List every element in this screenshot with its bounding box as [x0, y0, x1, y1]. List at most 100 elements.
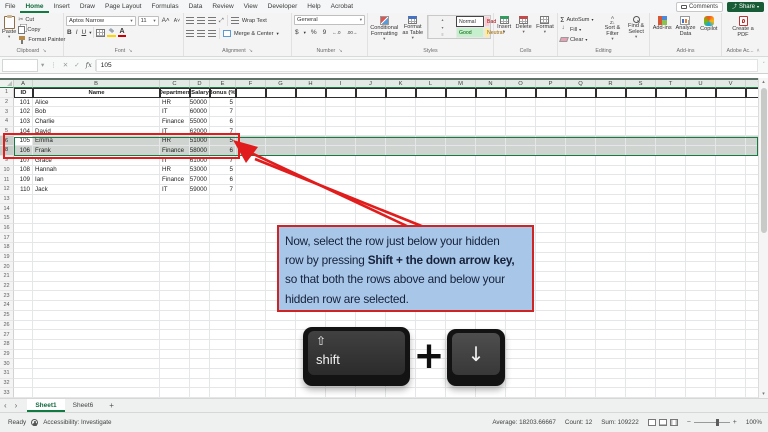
cell-A8[interactable]: 106	[14, 146, 33, 156]
cell-J4[interactable]	[356, 117, 386, 127]
cell-A25[interactable]	[14, 310, 33, 321]
cell-U27[interactable]	[686, 330, 716, 340]
cell-G6[interactable]	[266, 136, 296, 147]
cell-L9[interactable]	[416, 155, 446, 166]
row-header-26[interactable]: 26	[0, 320, 14, 331]
increase-font-icon[interactable]: A˄	[161, 17, 171, 24]
cell-E25[interactable]	[210, 310, 236, 321]
cell-B16[interactable]	[33, 223, 160, 234]
cell-W26[interactable]	[746, 321, 758, 331]
cell-W6[interactable]	[746, 136, 758, 147]
column-header-D[interactable]: D	[190, 80, 210, 88]
cell-C9[interactable]: IT	[160, 155, 190, 166]
copilot-button[interactable]: Copilot	[699, 15, 719, 32]
cell-B2[interactable]: Alice	[33, 97, 160, 108]
cell-E5[interactable]: 7	[210, 126, 236, 137]
cell-F2[interactable]	[236, 97, 266, 108]
fill-color-icon[interactable]	[107, 28, 117, 37]
cell-R12[interactable]	[596, 184, 626, 195]
cell-V31[interactable]	[716, 368, 746, 379]
cell-G30[interactable]	[266, 359, 296, 369]
cell-V23[interactable]	[716, 291, 746, 302]
cell-F28[interactable]	[236, 339, 266, 350]
cell-P30[interactable]	[536, 359, 566, 369]
cell-N2[interactable]	[476, 97, 506, 108]
find-select-button[interactable]: Find & Select ▾	[625, 15, 647, 40]
cell-A17[interactable]	[14, 233, 33, 243]
cell-Q16[interactable]	[566, 223, 596, 234]
cell-G27[interactable]	[266, 330, 296, 340]
cell-D9[interactable]: 61000	[190, 155, 210, 166]
cell-W22[interactable]	[746, 282, 758, 292]
cell-K12[interactable]	[386, 184, 416, 195]
cell-N10[interactable]	[476, 165, 506, 176]
cell-K5[interactable]	[386, 126, 416, 137]
cell-V12[interactable]	[716, 184, 746, 195]
cell-M13[interactable]	[446, 194, 476, 205]
cell-Q10[interactable]	[566, 165, 596, 176]
cell-R11[interactable]	[596, 175, 626, 185]
cell-A28[interactable]	[14, 339, 33, 350]
cell-P13[interactable]	[536, 194, 566, 205]
formula-input[interactable]: 105	[95, 58, 758, 72]
cell-C4[interactable]: Finance	[160, 117, 190, 127]
cell-Q22[interactable]	[566, 281, 596, 292]
cell-U26[interactable]	[686, 320, 716, 331]
row-header-22[interactable]: 22	[0, 281, 14, 292]
cell-S15[interactable]	[626, 213, 656, 224]
cell-P20[interactable]	[536, 262, 566, 273]
cell-D31[interactable]	[190, 368, 210, 379]
cell-F20[interactable]	[236, 262, 266, 273]
style-normal[interactable]: Normal	[456, 16, 484, 27]
cell-D1[interactable]: Salary	[190, 88, 210, 98]
row-header-30[interactable]: 30	[0, 359, 14, 369]
cell-P3[interactable]	[536, 107, 566, 118]
cell-A1[interactable]: ID	[14, 88, 33, 98]
cell-V10[interactable]	[716, 165, 746, 176]
dialog-launcher-icon[interactable]: ↘	[249, 48, 253, 54]
cell-G9[interactable]	[266, 155, 296, 166]
cell-H9[interactable]	[296, 155, 326, 166]
cell-I14[interactable]	[326, 204, 356, 214]
cell-V15[interactable]	[716, 213, 746, 224]
cell-B9[interactable]: Grace	[33, 155, 160, 166]
cell-A29[interactable]	[14, 349, 33, 360]
row-header-19[interactable]: 19	[0, 252, 14, 263]
cell-W12[interactable]	[746, 185, 758, 195]
cell-N33[interactable]	[476, 388, 506, 398]
cell-J2[interactable]	[356, 97, 386, 108]
cell-T9[interactable]	[656, 155, 686, 166]
underline-button[interactable]: U	[81, 29, 88, 36]
cell-P28[interactable]	[536, 339, 566, 350]
cell-I33[interactable]	[326, 388, 356, 398]
font-size-select[interactable]: 11 ▾	[137, 15, 159, 26]
cell-B27[interactable]	[33, 330, 160, 340]
row-header-15[interactable]: 15	[0, 213, 14, 224]
cell-G1[interactable]	[266, 88, 296, 98]
cell-K13[interactable]	[386, 194, 416, 205]
cell-U15[interactable]	[686, 213, 716, 224]
cell-G31[interactable]	[266, 368, 296, 379]
column-header-P[interactable]: P	[536, 80, 566, 88]
cell-O11[interactable]	[506, 175, 536, 185]
cell-B1[interactable]: Name	[33, 88, 160, 98]
cell-E33[interactable]	[210, 388, 236, 398]
row-header-24[interactable]: 24	[0, 301, 14, 311]
cell-W31[interactable]	[746, 369, 758, 379]
tab-file[interactable]: File	[0, 0, 20, 13]
cell-R18[interactable]	[596, 243, 626, 253]
cell-A30[interactable]	[14, 359, 33, 369]
cell-M9[interactable]	[446, 155, 476, 166]
cell-N9[interactable]	[476, 155, 506, 166]
cell-G10[interactable]	[266, 165, 296, 176]
row-header-3[interactable]: 3	[0, 107, 14, 118]
cell-R2[interactable]	[596, 97, 626, 108]
cell-E30[interactable]	[210, 359, 236, 369]
cell-O5[interactable]	[506, 126, 536, 137]
cell-F1[interactable]	[236, 88, 266, 98]
cell-P9[interactable]	[536, 155, 566, 166]
cell-P17[interactable]	[536, 233, 566, 243]
cell-O9[interactable]	[506, 155, 536, 166]
cell-U25[interactable]	[686, 310, 716, 321]
cell-R3[interactable]	[596, 107, 626, 118]
